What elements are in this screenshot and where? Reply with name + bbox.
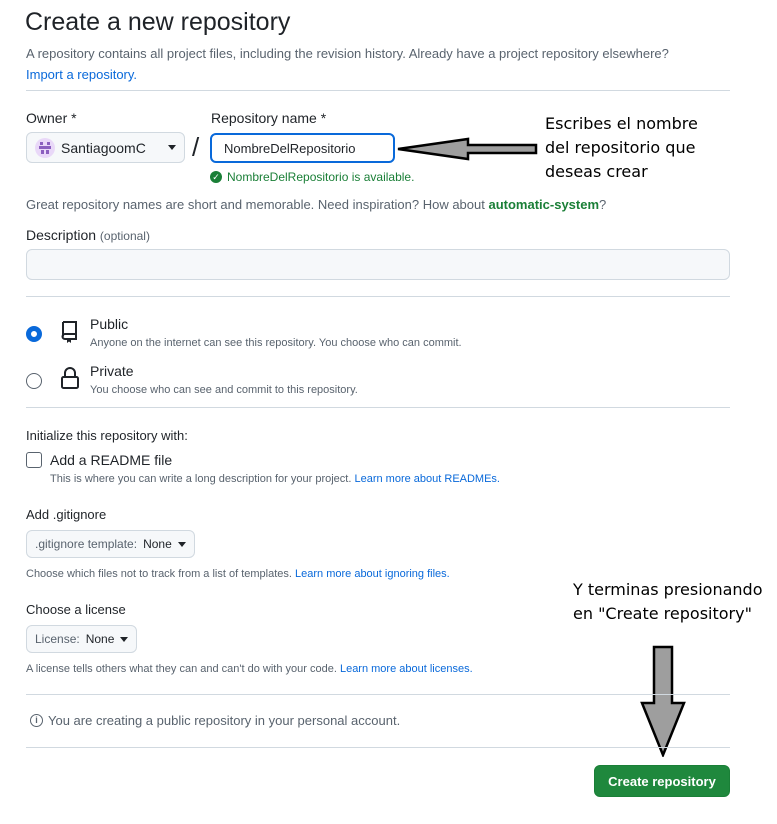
hint-text: Great repository names are short and mem… — [26, 197, 485, 212]
name-suggestion[interactable]: automatic-system — [488, 197, 599, 212]
gitignore-learn-more-link[interactable]: Learn more about ignoring files. — [295, 568, 450, 580]
description-input[interactable] — [26, 249, 730, 280]
subtitle-text: A repository contains all project files,… — [26, 46, 669, 61]
name-hint: Great repository names are short and mem… — [26, 197, 606, 212]
description-label-text: Description — [26, 227, 97, 243]
owner-repo-separator: / — [192, 132, 200, 162]
private-radio[interactable] — [26, 373, 42, 389]
annotation-line: en "Create repository" — [573, 604, 752, 623]
license-description: A license tells others what they can and… — [26, 663, 473, 675]
page-subtitle: A repository contains all project files,… — [26, 43, 726, 85]
lock-icon — [61, 367, 79, 389]
page-title: Create a new repository — [25, 8, 291, 36]
license-select[interactable]: License: None — [26, 625, 138, 653]
divider — [26, 407, 730, 408]
create-repository-button[interactable]: Create repository — [594, 765, 730, 797]
import-repository-link[interactable]: Import a repository. — [26, 67, 137, 82]
license-select-value: None — [85, 632, 115, 646]
repo-icon — [61, 321, 77, 343]
owner-dropdown[interactable]: SantiagoomC — [26, 132, 185, 163]
divider — [26, 90, 730, 91]
license-learn-more-link[interactable]: Learn more about licenses. — [340, 663, 473, 675]
hint-suffix: ? — [599, 197, 607, 212]
visibility-info: i You are creating a public repository i… — [30, 713, 400, 728]
owner-name: SantiagoomC — [61, 139, 146, 156]
readme-description: This is where you can write a long descr… — [50, 473, 500, 485]
left-arrow-icon — [397, 137, 538, 161]
annotation-line: del repositorio que — [545, 138, 696, 157]
license-heading: Choose a license — [26, 602, 126, 617]
avatar — [35, 137, 55, 158]
check-circle-icon: ✓ — [210, 171, 222, 183]
repo-name-input[interactable] — [210, 133, 395, 163]
public-description: Anyone on the internet can see this repo… — [90, 337, 462, 349]
gitignore-select-value: None — [143, 537, 172, 551]
owner-label: Owner * — [26, 110, 77, 126]
gitignore-description: Choose which files not to track from a l… — [26, 568, 450, 580]
optional-tag: (optional) — [99, 229, 150, 243]
license-select-prefix: License: — [35, 632, 80, 646]
readme-learn-more-link[interactable]: Learn more about READMEs. — [354, 473, 500, 485]
availability-text: NombreDelRepositorio is available. — [227, 170, 415, 184]
readme-checkbox[interactable] — [26, 452, 42, 468]
annotation-line: deseas crear — [545, 162, 648, 181]
annotation-name-note: Escribes el nombre del repositorio que d… — [545, 112, 698, 184]
license-desc-text: A license tells others what they can and… — [26, 663, 337, 675]
public-title: Public — [90, 316, 129, 332]
divider — [26, 747, 730, 748]
chevron-down-icon — [177, 541, 186, 547]
private-description: You choose who can see and commit to thi… — [90, 384, 358, 396]
gitignore-desc-text: Choose which files not to track from a l… — [26, 568, 292, 580]
annotation-line: Escribes el nombre — [545, 114, 698, 133]
info-text: You are creating a public repository in … — [48, 713, 401, 728]
availability-message: ✓ NombreDelRepositorio is available. — [210, 170, 414, 184]
readme-desc-text: This is where you can write a long descr… — [50, 473, 352, 485]
annotation-create-note: Y terminas presionando en "Create reposi… — [573, 578, 763, 626]
private-title: Private — [90, 363, 134, 379]
info-icon: i — [30, 714, 43, 727]
annotation-line: Y terminas presionando — [573, 580, 763, 599]
description-label: Description (optional) — [26, 227, 150, 243]
divider — [26, 694, 730, 695]
down-arrow-icon — [640, 645, 686, 757]
repo-name-label: Repository name * — [211, 110, 327, 126]
chevron-down-icon — [120, 636, 129, 642]
gitignore-select-prefix: .gitignore template: — [35, 537, 138, 551]
divider — [26, 296, 730, 297]
gitignore-heading: Add .gitignore — [26, 507, 107, 522]
readme-label: Add a README file — [50, 452, 173, 468]
public-radio[interactable] — [26, 326, 42, 342]
initialize-heading: Initialize this repository with: — [26, 428, 188, 443]
chevron-down-icon — [168, 145, 176, 150]
identicon-icon — [39, 141, 51, 154]
gitignore-template-select[interactable]: .gitignore template: None — [26, 530, 195, 558]
